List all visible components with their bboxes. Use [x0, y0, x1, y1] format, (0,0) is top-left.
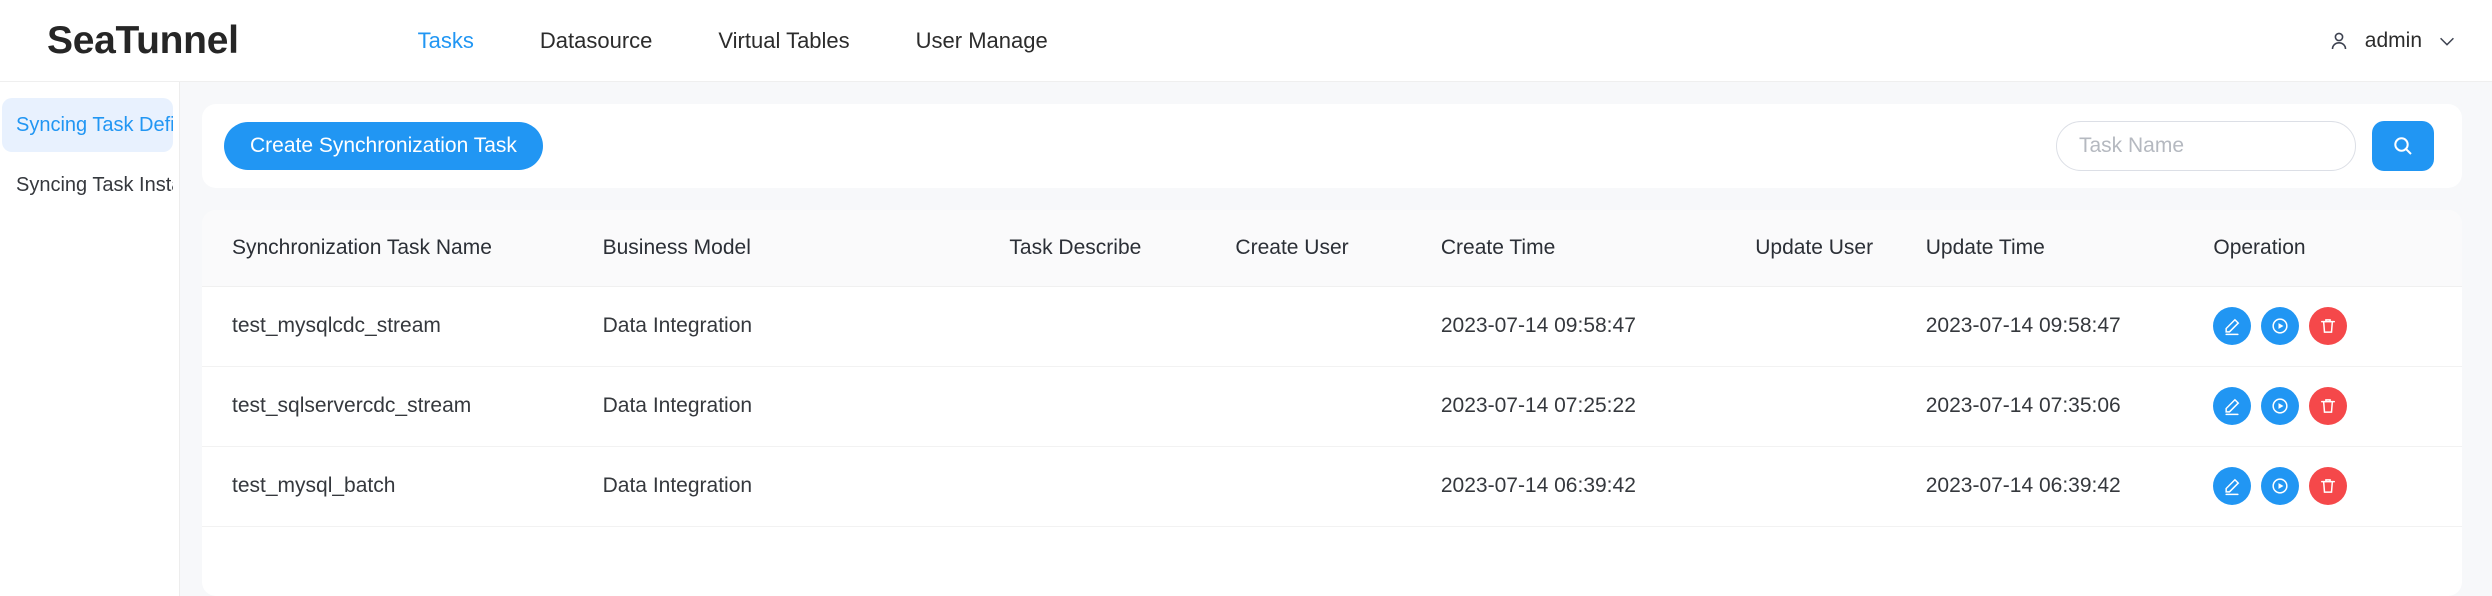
task-table: Synchronization Task Name Business Model… [202, 210, 2462, 527]
cell-create-user [1235, 366, 1441, 447]
edit-task-button[interactable] [2213, 387, 2252, 425]
search-input[interactable] [2056, 121, 2356, 171]
delete-task-button[interactable] [2309, 307, 2348, 345]
task-table-card: Synchronization Task Name Business Model… [202, 210, 2462, 596]
cell-task-name: test_mysqlcdc_stream [202, 286, 603, 367]
cell-update-time: 2023-07-14 06:39:42 [1925, 446, 2214, 527]
create-synchronization-task-button[interactable]: Create Synchronization Task [224, 122, 543, 170]
column-header-update-time: Update Time [1925, 210, 2214, 287]
nav-item-user-manage[interactable]: User Manage [883, 0, 1081, 82]
cell-task-describe [1009, 286, 1236, 367]
table-header: Synchronization Task Name Business Model… [202, 210, 2462, 287]
edit-task-button[interactable] [2213, 467, 2252, 505]
app-logo: SeaTunnel [47, 18, 239, 62]
sidebar-item-syncing-task-instance[interactable]: Syncing Task Instance [2, 158, 173, 212]
play-circle-icon [2270, 476, 2290, 496]
delete-task-button[interactable] [2309, 467, 2348, 505]
row-actions [2213, 387, 2452, 425]
edit-pencil-icon [2222, 316, 2242, 336]
trash-icon [2318, 476, 2338, 496]
user-menu[interactable]: admin [2327, 0, 2458, 82]
table-row[interactable]: test_mysql_batch Data Integration 2023-0… [202, 446, 2462, 527]
cell-operation [2213, 446, 2462, 527]
column-header-task-name: Synchronization Task Name [202, 210, 603, 287]
table-body: test_mysqlcdc_stream Data Integration 20… [202, 286, 2462, 527]
cell-create-time: 2023-07-14 09:58:47 [1440, 286, 1756, 367]
play-circle-icon [2270, 316, 2290, 336]
cell-operation [2213, 286, 2462, 367]
run-task-button[interactable] [2261, 467, 2300, 505]
column-header-operation: Operation [2213, 210, 2462, 287]
nav-item-datasource[interactable]: Datasource [507, 0, 686, 82]
cell-update-time: 2023-07-14 09:58:47 [1925, 286, 2214, 367]
column-header-task-describe: Task Describe [1009, 210, 1236, 287]
cell-business-model: Data Integration [602, 366, 1010, 447]
sidebar: Syncing Task Definit... Syncing Task Ins… [0, 82, 180, 596]
edit-task-button[interactable] [2213, 307, 2252, 345]
cell-create-user [1235, 446, 1441, 527]
main-nav: Tasks Datasource Virtual Tables User Man… [385, 0, 1081, 82]
edit-pencil-icon [2222, 396, 2242, 416]
cell-create-time: 2023-07-14 06:39:42 [1440, 446, 1756, 527]
cell-update-time: 2023-07-14 07:35:06 [1925, 366, 2214, 447]
cell-update-user [1755, 286, 1926, 367]
content-area: Create Synchronization Task Task Name Sy… [180, 82, 2492, 596]
row-actions [2213, 467, 2452, 505]
run-task-button[interactable] [2261, 307, 2300, 345]
cell-update-user [1755, 446, 1926, 527]
search-button[interactable] [2372, 121, 2434, 171]
trash-icon [2318, 396, 2338, 416]
column-header-business-model: Business Model [602, 210, 1010, 287]
column-header-update-user: Update User [1755, 210, 1926, 287]
search-group [2056, 121, 2434, 171]
chevron-down-icon [2436, 30, 2458, 52]
nav-item-tasks[interactable]: Tasks [385, 0, 507, 82]
column-header-create-user: Create User [1235, 210, 1441, 287]
table-row[interactable]: test_mysqlcdc_stream Data Integration 20… [202, 286, 2462, 367]
cell-create-time: 2023-07-14 07:25:22 [1440, 366, 1756, 447]
cell-operation [2213, 366, 2462, 447]
cell-task-name: test_mysql_batch [202, 446, 603, 527]
column-header-create-time: Create Time [1440, 210, 1756, 287]
cell-task-describe [1009, 366, 1236, 447]
app-window: SeaTunnel Tasks Datasource Virtual Table… [0, 0, 2492, 596]
cell-create-user [1235, 286, 1441, 367]
run-task-button[interactable] [2261, 387, 2300, 425]
user-icon [2327, 29, 2351, 53]
cell-business-model: Data Integration [602, 446, 1010, 527]
search-icon [2391, 134, 2415, 158]
cell-task-name: test_sqlservercdc_stream [202, 366, 603, 447]
app-header: SeaTunnel Tasks Datasource Virtual Table… [0, 0, 2492, 82]
cell-business-model: Data Integration [602, 286, 1010, 367]
app-body: Syncing Task Definit... Syncing Task Ins… [0, 82, 2492, 596]
sidebar-item-syncing-task-definition[interactable]: Syncing Task Definit... [2, 98, 173, 152]
toolbar-card: Create Synchronization Task [202, 104, 2462, 188]
row-actions [2213, 307, 2452, 345]
table-header-row: Synchronization Task Name Business Model… [202, 210, 2462, 287]
cell-task-describe [1009, 446, 1236, 527]
user-name-label: admin [2364, 29, 2422, 52]
trash-icon [2318, 316, 2338, 336]
table-row[interactable]: test_sqlservercdc_stream Data Integratio… [202, 366, 2462, 447]
play-circle-icon [2270, 396, 2290, 416]
cell-update-user [1755, 366, 1926, 447]
edit-pencil-icon [2222, 476, 2242, 496]
delete-task-button[interactable] [2309, 387, 2348, 425]
nav-item-virtual-tables[interactable]: Virtual Tables [685, 0, 882, 82]
